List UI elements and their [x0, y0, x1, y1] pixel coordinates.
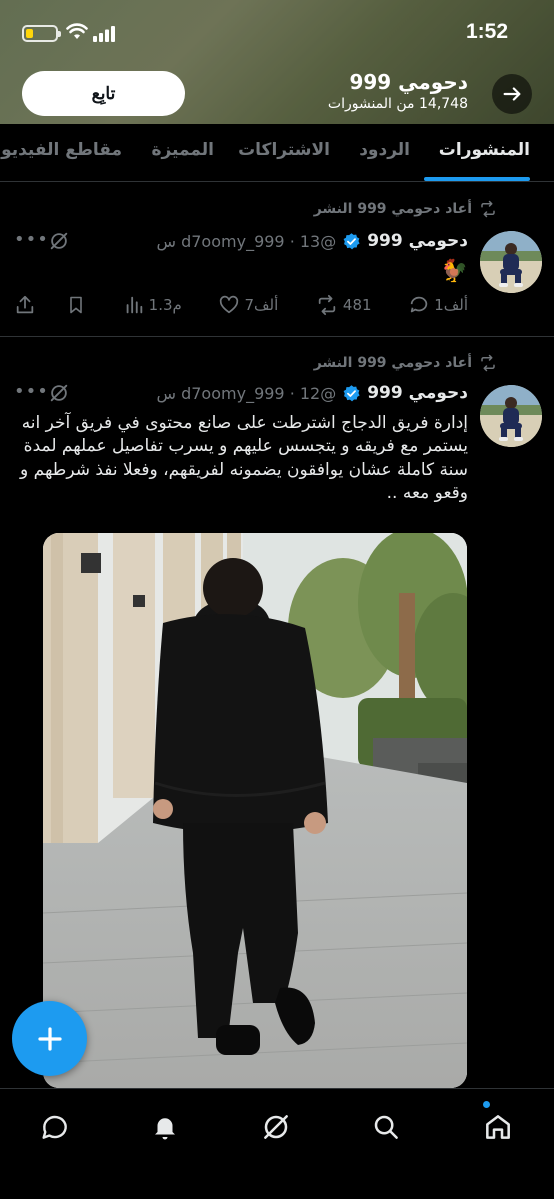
battery-icon: [22, 25, 61, 42]
nav-grok[interactable]: [256, 1107, 296, 1147]
reply-button[interactable]: 1ألف: [408, 294, 468, 316]
grok-icon: [264, 1115, 288, 1139]
nav-messages[interactable]: [35, 1107, 75, 1147]
active-tab-indicator: [424, 177, 530, 181]
follow-button[interactable]: تابِع: [22, 71, 185, 116]
post-handle-time: @d7oomy_999 · 12 س: [156, 383, 337, 403]
cellular-signal-icon: [93, 26, 115, 42]
home-unread-dot: [483, 1101, 490, 1108]
avatar-photo: [480, 231, 542, 293]
tab-subscriptions[interactable]: الاشتراكات: [238, 140, 330, 160]
like-icon: [220, 295, 239, 314]
post-header: دحومي 999 @d7oomy_999 · 12 س: [156, 383, 468, 403]
tab-replies[interactable]: الردود: [359, 140, 410, 160]
reply-icon: [410, 296, 428, 313]
verified-badge-icon: [343, 232, 360, 249]
post-header: دحومي 999 @d7oomy_999 · 13 س: [156, 231, 468, 251]
notifications-icon: [155, 1118, 175, 1140]
post-extra-actions: [14, 294, 86, 316]
home-icon: [486, 1115, 510, 1139]
repost-icon: [318, 294, 336, 316]
repost-label: أعاد دحومي 999 النشر: [313, 355, 472, 371]
views-icon: [126, 296, 142, 314]
grok-icon[interactable]: [48, 230, 70, 252]
post-author[interactable]: دحومي 999: [367, 383, 468, 403]
tab-videos[interactable]: مقاطع الفيديو: [1, 140, 122, 160]
more-options-icon[interactable]: •••: [14, 229, 49, 250]
like-button[interactable]: 7ألف: [218, 294, 278, 316]
views-count: 1.3م: [148, 296, 182, 314]
profile-name: دحومي 999: [349, 70, 468, 94]
wifi-icon: [66, 23, 88, 39]
repost-count: 481: [342, 296, 372, 314]
repost-icon: [481, 200, 495, 218]
nav-home[interactable]: [478, 1107, 518, 1147]
repost-label: أعاد دحومي 999 النشر: [313, 201, 472, 217]
post-text: 🐓: [440, 259, 468, 284]
back-arrow-icon: [503, 87, 521, 101]
views-button[interactable]: 1.3م: [123, 294, 182, 316]
repost-icon: [481, 354, 495, 372]
post-actions: 1ألف 481 7ألف 1.3م: [14, 293, 468, 317]
like-count: 7ألف: [244, 296, 279, 314]
posts-count: 14,748 من المنشورات: [327, 96, 468, 112]
tab-posts[interactable]: المنشورات: [439, 140, 530, 160]
post-divider: [0, 336, 554, 337]
more-options-icon[interactable]: •••: [14, 381, 49, 402]
post-author[interactable]: دحومي 999: [367, 231, 468, 251]
status-bar: 1:52: [0, 18, 554, 48]
avatar-photo: [480, 385, 542, 447]
status-time: 1:52: [465, 20, 508, 43]
reply-count: 1ألف: [434, 296, 468, 314]
post-text: إدارة فريق الدجاج اشترطت على صانع محتوى …: [20, 413, 468, 504]
grok-icon[interactable]: [48, 382, 70, 404]
compose-button[interactable]: [12, 1001, 87, 1076]
avatar[interactable]: [480, 231, 542, 293]
repost-context[interactable]: أعاد دحومي 999 النشر: [314, 354, 498, 372]
avatar[interactable]: [480, 385, 542, 447]
nav-notifications[interactable]: [145, 1107, 185, 1147]
search-icon: [374, 1115, 398, 1139]
repost-context[interactable]: أعاد دحومي 999 النشر: [314, 200, 498, 218]
share-icon[interactable]: [14, 294, 36, 316]
post-image[interactable]: [43, 533, 467, 1088]
profile-header: 1:52 دحومي 999 14,748 من المنشورات تابِع: [0, 0, 554, 124]
bookmark-icon[interactable]: [66, 294, 86, 316]
verified-badge-icon: [343, 384, 360, 401]
compose-plus-icon: [37, 1026, 62, 1051]
back-button[interactable]: [492, 74, 532, 114]
repost-button[interactable]: 481: [315, 294, 372, 316]
post-photo: [43, 533, 467, 1088]
bottom-navigation: [0, 1088, 554, 1199]
post-handle-time: @d7oomy_999 · 13 س: [156, 231, 337, 251]
profile-tabs: المنشورات الردود الاشتراكات المميزة مقاط…: [0, 124, 554, 182]
tab-highlights[interactable]: المميزة: [151, 140, 214, 160]
messages-icon: [42, 1115, 67, 1139]
nav-search[interactable]: [366, 1107, 406, 1147]
